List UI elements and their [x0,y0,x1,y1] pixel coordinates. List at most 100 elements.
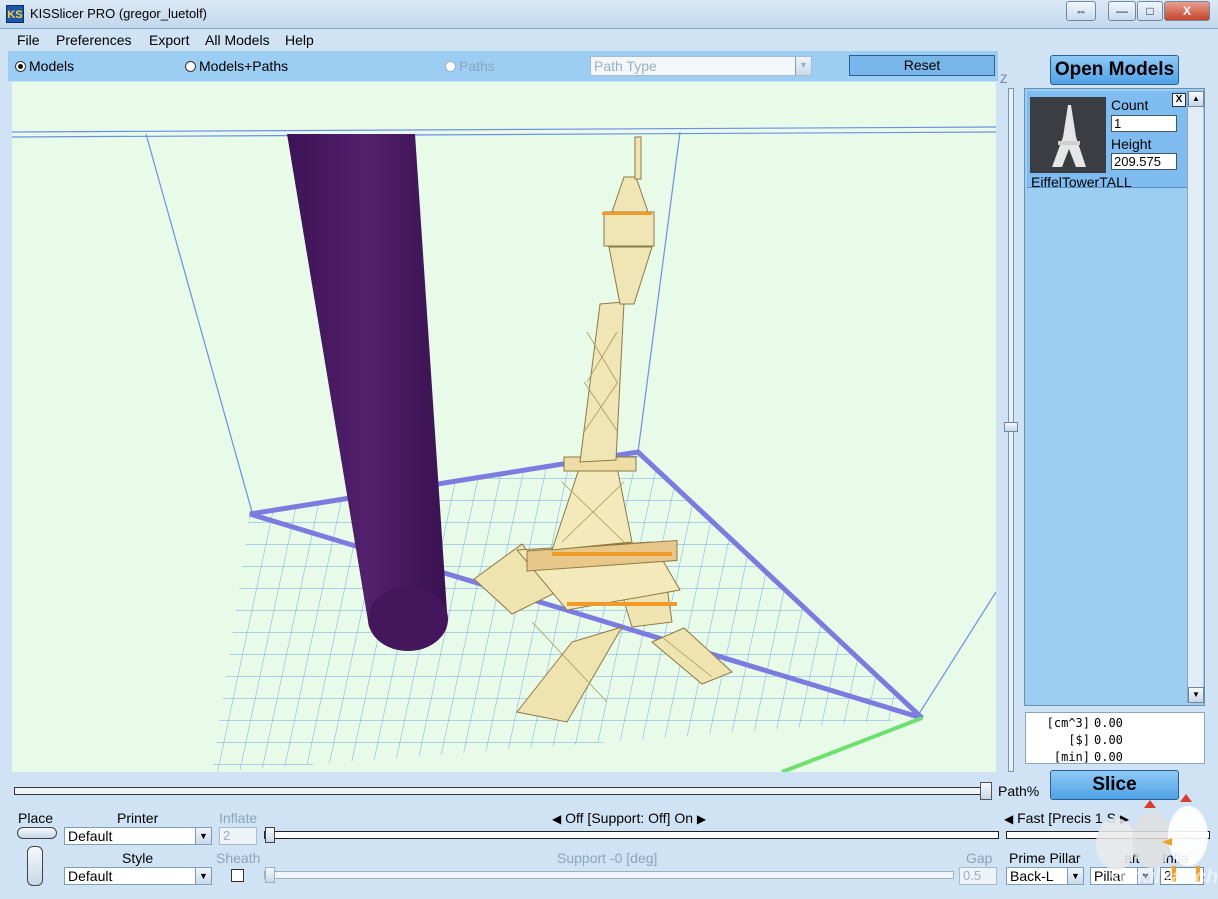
scene-svg [12,126,996,772]
style-select[interactable]: Default ▼ [64,867,212,885]
path-type-select[interactable]: Path Type ▼ [590,56,812,76]
printer-select-value: Default [68,828,113,844]
support-slider-track[interactable] [264,831,999,839]
window-title: KISSlicer PRO (gregor_luetolf) [30,6,208,21]
models-radio-label: Models [29,58,75,74]
place-label: Place [18,810,54,826]
stat-cost: [$] 0.00 [1026,733,1204,749]
models-paths-radio-label: Models+Paths [199,58,289,74]
remove-model-button[interactable]: X [1172,93,1186,107]
kisslicer-app-icon[interactable]: KS [6,5,24,23]
count-label: Count [1111,97,1149,113]
models-list-panel: Count 1 Height 209.575 EiffelTowerTALL X… [1024,88,1205,706]
scroll-up-icon[interactable]: ▲ [1188,91,1204,107]
stat-cost-value: 0.00 [1094,733,1123,747]
path-percent-slider[interactable] [12,780,996,802]
title-bar: KS KISSlicer PRO (gregor_luetolf) ⇔ — □ … [0,0,1218,29]
z-slider-thumb[interactable] [1004,422,1018,432]
open-models-button[interactable]: Open Models [1050,55,1179,85]
count-input[interactable]: 1 [1111,115,1177,132]
printer-select[interactable]: Default ▼ [64,827,212,845]
restore-swap-icon[interactable]: ⇔ [1066,1,1096,21]
menu-file[interactable]: File [17,32,40,48]
stat-time-value: 0.00 [1094,750,1123,764]
stat-volume: [cm^3] 0.00 [1026,716,1204,732]
prime-pillar-value: Back-L [1010,868,1054,884]
arrow-right-icon[interactable]: ▶ [697,812,706,826]
arrow-right-icon[interactable]: ▶ [1120,812,1129,826]
chevron-down-icon: ▼ [795,57,811,75]
sheath-checkbox[interactable] [231,869,244,882]
speed-label: Fast [Precis [1017,810,1092,826]
height-label: Height [1111,136,1152,152]
reset-button[interactable]: Reset [849,55,995,76]
height-input[interactable]: 209.575 [1111,153,1177,170]
style-label: Style [122,850,154,866]
arrow-left-icon[interactable]: ◀ [552,812,561,826]
support-angle-slider-track[interactable] [264,871,954,879]
speed-slider-track[interactable] [1006,831,1210,839]
3d-viewport[interactable] [12,82,996,772]
model-card[interactable]: Count 1 Height 209.575 EiffelTowerTALL [1027,91,1187,190]
scroll-down-icon[interactable]: ▼ [1188,687,1204,703]
model-name: EiffelTowerTALL [1031,174,1132,190]
stat-cost-key: [$] [1068,733,1090,747]
eiffel-thumbnail-icon [1052,105,1086,167]
models-list-scrollbar[interactable]: ▲ ▼ [1187,91,1204,703]
speed-toggle[interactable]: ◀ Fast [Precis 1 S ▶ [1004,810,1129,826]
inflate2-label: Infla [1162,850,1189,866]
stat-volume-key: [cm^3] [1046,716,1090,730]
raft-label: aft [1124,850,1140,866]
path-slider-track [14,787,992,795]
paths-radio[interactable]: Paths [445,58,495,74]
place-vertical-button[interactable] [27,846,43,886]
support-toggle-label: Off [Support: Off] On [565,810,694,826]
menu-export[interactable]: Export [149,32,189,48]
watermark-text: schulkat.ch [1108,866,1218,888]
radio-dot [445,60,456,72]
stat-volume-value: 0.00 [1094,716,1123,730]
support-angle-slider-thumb[interactable] [265,867,275,883]
speed-s-label: S [1106,810,1116,826]
prime-pillar-select[interactable]: Back-L ▼ [1006,867,1084,885]
inflate-input[interactable]: 2 [219,827,257,845]
sheath-label: Sheath [216,850,261,866]
path-percent-label: Path% [998,783,1040,799]
minimize-button[interactable]: — [1108,1,1136,21]
chevron-down-icon: ▼ [195,868,211,884]
inflate-label: Inflate [219,810,258,826]
stat-time-key: [min] [1053,750,1090,764]
gap-label: Gap [966,850,993,866]
radio-dot [185,60,196,72]
close-button[interactable]: X [1164,1,1210,21]
print-stats-box: [cm^3] 0.00 [$] 0.00 [min] 0.00 [1025,712,1205,764]
arrow-left-icon[interactable]: ◀ [1004,812,1013,826]
chevron-down-icon: ▼ [195,828,211,844]
support-slider-thumb[interactable] [265,827,275,843]
place-button[interactable] [17,827,57,839]
chevron-down-icon: ▼ [1067,868,1083,884]
z-layer-slider[interactable] [1001,88,1021,772]
support-toggle[interactable]: ◀ Off [Support: Off] On ▶ [552,810,706,826]
maximize-button[interactable]: □ [1137,1,1163,21]
models-radio[interactable]: Models [15,58,74,74]
path-type-placeholder: Path Type [594,58,657,74]
printer-label: Printer [117,810,159,826]
z-axis-label: Z [1000,72,1008,86]
path-slider-thumb[interactable] [980,782,992,800]
prime-pillar-label: Prime Pillar [1009,850,1081,866]
view-options-bar: Models Models+Paths Paths Path Type ▼ Re… [8,51,998,81]
menu-help[interactable]: Help [285,32,314,48]
stat-time: [min] 0.00 [1026,750,1204,766]
radio-dot-selected [15,60,26,72]
paths-radio-label: Paths [459,58,495,74]
model-thumbnail [1030,97,1106,173]
menu-preferences[interactable]: Preferences [56,32,131,48]
models-paths-radio[interactable]: Models+Paths [185,58,288,74]
gap-input[interactable]: 0.5 [959,867,997,885]
style-select-value: Default [68,868,113,884]
support-angle-label: Support -0 [deg] [557,850,658,866]
speed-value: 1 [1094,810,1103,826]
slice-button[interactable]: Slice [1050,770,1179,800]
menu-all-models[interactable]: All Models [205,32,270,48]
